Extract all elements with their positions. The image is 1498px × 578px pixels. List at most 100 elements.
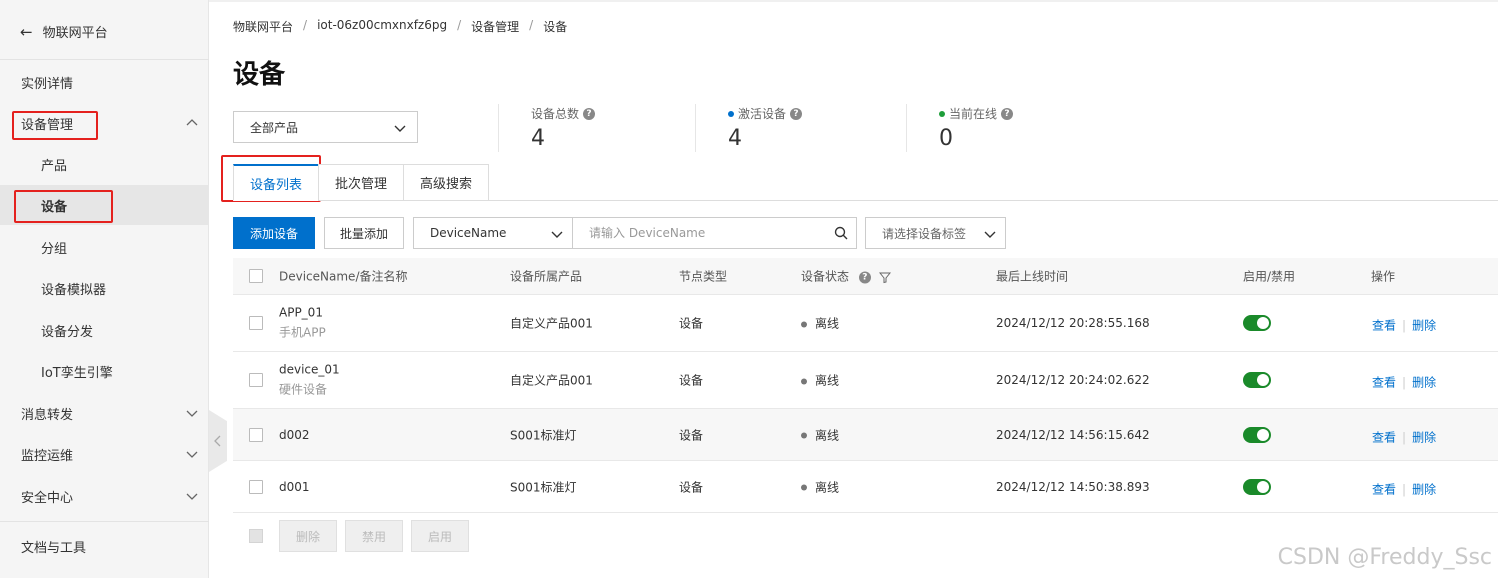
device-name[interactable]: APP_01 <box>279 306 323 320</box>
stat-label: 设备总数 <box>531 107 580 121</box>
search-field-select[interactable]: DeviceName <box>413 217 573 249</box>
product-filter-select[interactable]: 全部产品 <box>233 111 418 143</box>
batch-disable-button[interactable]: 禁用 <box>345 520 403 552</box>
help-icon[interactable]: ? <box>790 107 803 120</box>
tab-device-list[interactable]: 设备列表 <box>233 164 320 201</box>
breadcrumb-separator: / <box>303 18 308 32</box>
last-online-time: 2024/12/12 14:50:38.893 <box>996 479 1150 494</box>
row-actions: 查看 | 删除 <box>1372 317 1436 334</box>
breadcrumb-item-current: 设备 <box>543 20 568 34</box>
sidebar-item-label: 设备模拟器 <box>41 282 107 298</box>
top-bar <box>0 0 1498 3</box>
status-dot-icon <box>801 484 807 491</box>
sidebar-item-product[interactable]: 产品 <box>0 144 209 184</box>
enable-toggle[interactable] <box>1243 315 1271 331</box>
breadcrumb-item[interactable]: 物联网平台 <box>233 18 293 35</box>
help-icon[interactable]: ? <box>858 271 871 283</box>
delete-link[interactable]: 删除 <box>1412 430 1436 444</box>
sidebar-item-monitoring[interactable]: 监控运维 <box>0 434 209 474</box>
sidebar-item-group[interactable]: 分组 <box>0 227 209 267</box>
row-checkbox[interactable] <box>249 316 263 330</box>
device-name[interactable]: d001 <box>279 480 310 494</box>
tab-advanced-search[interactable]: 高级搜索 <box>403 164 490 201</box>
device-status: 离线 <box>801 372 839 389</box>
chevron-down-icon <box>186 410 198 417</box>
view-link[interactable]: 查看 <box>1372 376 1396 390</box>
status-dot-icon <box>801 432 807 439</box>
batch-enable-button[interactable]: 启用 <box>411 520 469 552</box>
device-name[interactable]: d002 <box>279 428 310 442</box>
stat-online-devices: 当前在线? 0 <box>939 105 1014 151</box>
sidebar-item-label: 监控运维 <box>21 448 74 464</box>
chevron-down-icon <box>551 231 563 238</box>
row-actions: 查看 | 删除 <box>1372 480 1436 497</box>
status-dot-icon <box>728 110 734 117</box>
device-product: 自定义产品001 <box>510 373 593 388</box>
sidebar-item-device-distribution[interactable]: 设备分发 <box>0 310 209 350</box>
view-link[interactable]: 查看 <box>1372 319 1396 333</box>
node-type: 设备 <box>679 480 704 494</box>
breadcrumb-separator: / <box>457 18 462 32</box>
column-header: 设备状态 <box>801 269 850 284</box>
row-checkbox[interactable] <box>249 479 263 494</box>
add-device-button[interactable]: 添加设备 <box>233 217 315 249</box>
column-header: 操作 <box>1371 269 1396 284</box>
delete-link[interactable]: 删除 <box>1412 319 1436 333</box>
action-separator: | <box>1402 318 1407 333</box>
filter-icon[interactable] <box>878 271 891 283</box>
tab-batch-management[interactable]: 批次管理 <box>318 164 405 201</box>
sidebar-item-security-center[interactable]: 安全中心 <box>0 476 209 516</box>
sidebar-item-instance-detail[interactable]: 实例详情 <box>0 62 209 102</box>
node-type: 设备 <box>679 316 704 331</box>
sidebar-item-label: 文档与工具 <box>21 540 87 556</box>
arrow-left-icon: ← <box>20 22 33 41</box>
column-header: 启用/禁用 <box>1243 269 1296 284</box>
delete-link[interactable]: 删除 <box>1412 482 1436 496</box>
sidebar-collapse-handle[interactable] <box>209 410 227 472</box>
product-filter-value: 全部产品 <box>250 120 299 135</box>
batch-add-button[interactable]: 批量添加 <box>324 217 404 249</box>
page-title: 设备 <box>233 60 286 90</box>
sidebar-item-docs-tools[interactable]: 文档与工具 <box>0 526 209 566</box>
row-checkbox[interactable] <box>249 373 263 387</box>
breadcrumb-item[interactable]: iot-06z00cmxnxfz6pg <box>317 18 447 35</box>
sidebar-item-device[interactable]: 设备 <box>0 185 209 225</box>
last-online-time: 2024/12/12 20:24:02.622 <box>996 373 1150 387</box>
table-header: DeviceName/备注名称 设备所属产品 节点类型 设备状态 ? 最后上线时… <box>233 258 1498 295</box>
back-link[interactable]: ← 物联网平台 <box>20 22 108 42</box>
sidebar-item-device-management[interactable]: 设备管理 <box>0 103 209 143</box>
device-tag-select[interactable]: 请选择设备标签 <box>865 217 1006 249</box>
view-link[interactable]: 查看 <box>1372 482 1396 496</box>
chevron-down-icon <box>984 231 996 238</box>
stat-value: 4 <box>531 126 545 151</box>
sidebar-item-device-simulator[interactable]: 设备模拟器 <box>0 268 209 308</box>
device-name[interactable]: device_01 <box>279 363 340 377</box>
delete-link[interactable]: 删除 <box>1412 376 1436 390</box>
view-link[interactable]: 查看 <box>1372 430 1396 444</box>
help-icon[interactable]: ? <box>1001 107 1014 120</box>
stat-value: 0 <box>939 126 953 151</box>
batch-delete-button[interactable]: 删除 <box>279 520 337 552</box>
status-text: 离线 <box>815 428 840 442</box>
breadcrumb-item[interactable]: 设备管理 <box>471 18 519 35</box>
enable-toggle[interactable] <box>1243 372 1271 388</box>
table-row: d002 S001标准灯 设备 离线 2024/12/12 14:56:15.6… <box>233 409 1498 461</box>
search-icon[interactable] <box>834 226 848 240</box>
stat-value: 4 <box>728 126 742 151</box>
sidebar-item-message-forwarding[interactable]: 消息转发 <box>0 393 209 433</box>
stat-label: 激活设备 <box>738 107 787 121</box>
search-input[interactable] <box>573 218 813 248</box>
batch-select-checkbox[interactable] <box>249 529 263 543</box>
stat-total-devices: 设备总数? 4 <box>531 105 596 151</box>
enable-toggle[interactable] <box>1243 478 1271 495</box>
help-icon[interactable]: ? <box>583 107 596 120</box>
select-all-checkbox[interactable] <box>249 269 263 283</box>
table-row: device_01 硬件设备 自定义产品001 设备 离线 2024/12/12… <box>233 352 1498 409</box>
status-text: 离线 <box>815 373 840 388</box>
status-text: 离线 <box>815 316 840 331</box>
row-checkbox[interactable] <box>249 427 263 442</box>
sidebar-item-iot-twin-engine[interactable]: IoT孪生引擎 <box>0 351 209 391</box>
enable-toggle[interactable] <box>1243 426 1271 443</box>
device-status: 离线 <box>801 478 839 495</box>
device-product: S001标准灯 <box>510 480 577 494</box>
